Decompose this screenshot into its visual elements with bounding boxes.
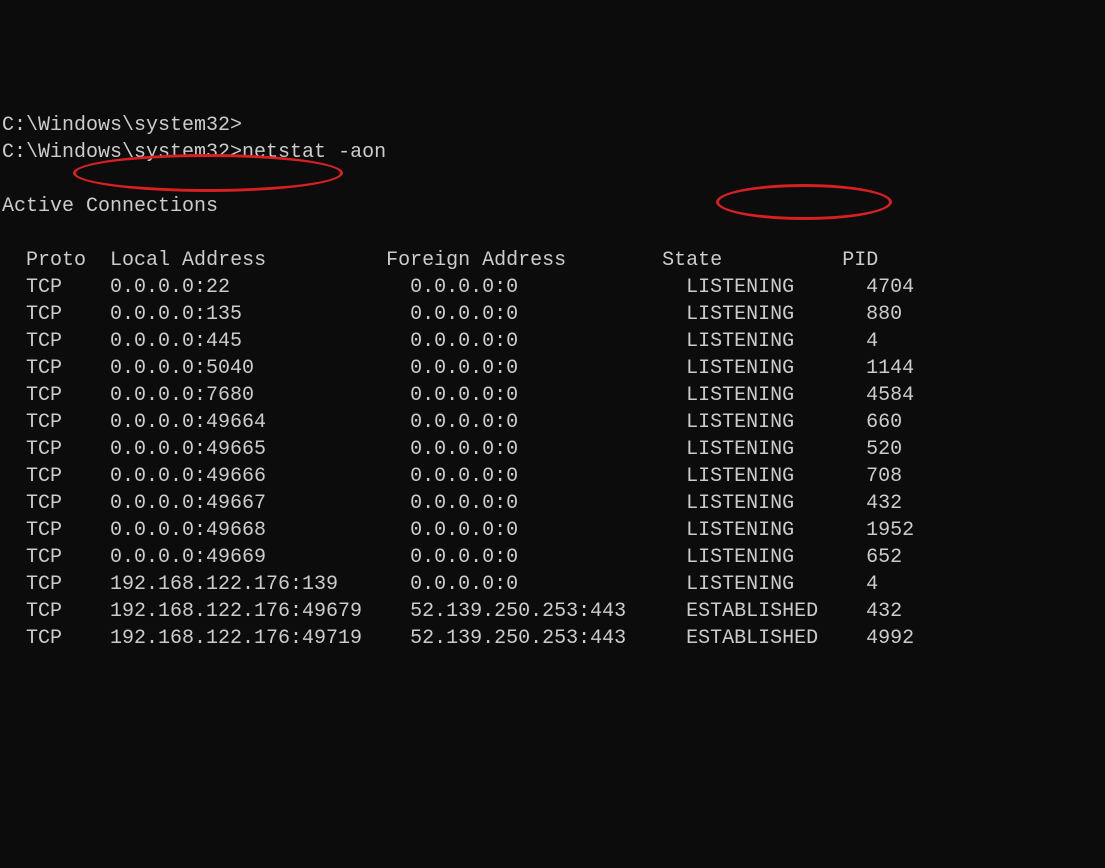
terminal-output[interactable]: C:\Windows\system32> C:\Windows\system32… bbox=[2, 112, 1103, 652]
header-local: Local Address bbox=[110, 249, 266, 272]
header-foreign: Foreign Address bbox=[386, 249, 566, 272]
prompt-line-1: C:\Windows\system32> bbox=[2, 114, 242, 137]
section-heading: Active Connections bbox=[2, 195, 218, 218]
prompt-line-2: C:\Windows\system32> bbox=[2, 141, 242, 164]
column-header-row: Proto Local Address Foreign Address Stat… bbox=[2, 249, 878, 272]
header-state: State bbox=[662, 249, 722, 272]
header-pid: PID bbox=[842, 249, 878, 272]
header-proto: Proto bbox=[26, 249, 86, 272]
command-text: netstat -aon bbox=[242, 141, 386, 164]
connection-rows: TCP 0.0.0.0:22 0.0.0.0:0 LISTENING 4704 … bbox=[2, 274, 1103, 652]
